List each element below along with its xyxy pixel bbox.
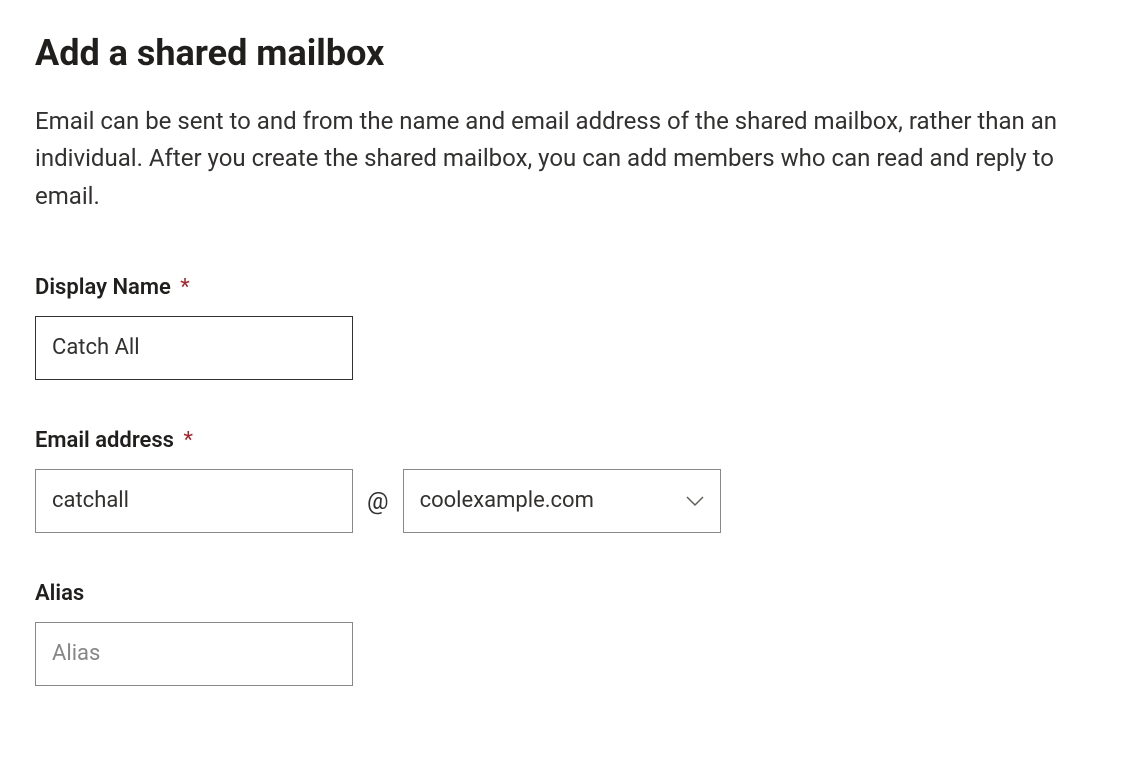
email-address-field-group: Email address * @ coolexample.com [35,428,1099,533]
page-title: Add a shared mailbox [35,32,1099,75]
alias-label-text: Alias [35,581,84,606]
required-indicator: * [183,428,192,453]
email-local-input[interactable] [35,469,353,533]
display-name-field-group: Display Name * [35,275,1099,380]
alias-field-group: Alias [35,581,1099,686]
alias-label: Alias [35,581,1099,606]
chevron-down-icon [686,492,704,510]
page-description: Email can be sent to and from the name a… [35,103,1095,215]
email-address-label-text: Email address [35,428,174,453]
email-row: @ coolexample.com [35,469,1099,533]
display-name-label-text: Display Name [35,275,171,300]
at-symbol: @ [367,487,389,515]
display-name-label: Display Name * [35,275,1099,300]
email-domain-select[interactable]: coolexample.com [403,469,721,533]
alias-input[interactable] [35,622,353,686]
display-name-input[interactable] [35,316,353,380]
required-indicator: * [180,275,189,300]
email-domain-value: coolexample.com [420,488,686,513]
email-address-label: Email address * [35,428,1099,453]
